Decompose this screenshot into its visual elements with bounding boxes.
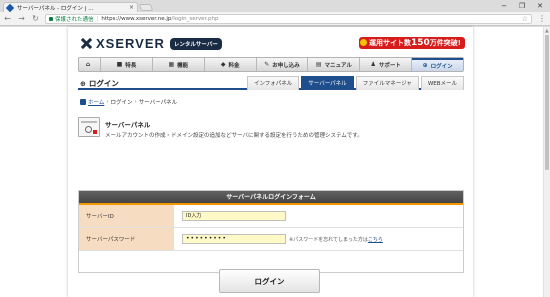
server-id-row: サーバーID ID入力 bbox=[79, 205, 463, 228]
book-icon: ▤ bbox=[315, 61, 322, 68]
tab-close-icon[interactable]: × bbox=[129, 4, 134, 11]
brand-name: XSERVER bbox=[96, 36, 165, 51]
forgot-password-note: ※パスワードを忘れてしまった方はこちら bbox=[289, 236, 383, 243]
home-icon bbox=[80, 99, 86, 105]
forward-icon[interactable]: → bbox=[16, 13, 27, 24]
server-panel-description: サーバーパネル メールアカウントの作成・ドメイン設定の追加などサーバに関する設定… bbox=[78, 117, 363, 139]
bookmark-star-icon[interactable]: ☆ bbox=[522, 15, 528, 24]
xserver-logo[interactable]: XSERVER レンタルサーバー bbox=[80, 36, 222, 51]
login-tabs: インフォパネル サーバーパネル ファイルマネージャ WEBメール bbox=[245, 76, 464, 90]
features-icon: ■ bbox=[116, 61, 123, 68]
new-tab-button[interactable] bbox=[138, 4, 154, 11]
server-id-input[interactable]: ID入力 bbox=[182, 211, 286, 221]
close-window-icon[interactable]: ✕ bbox=[531, 0, 549, 12]
nav-pricing[interactable]: ◆ 料金 bbox=[205, 58, 257, 71]
tab-server-panel[interactable]: サーバーパネル bbox=[301, 76, 354, 90]
breadcrumb-home[interactable]: ホーム bbox=[88, 98, 104, 106]
address-toolbar: ← → ↻ 保護された通信 | https://www.xserver.ne.j… bbox=[0, 12, 550, 26]
server-id-label: サーバーID bbox=[79, 205, 174, 227]
logo-x-icon bbox=[80, 37, 93, 50]
tab-info-panel[interactable]: インフォパネル bbox=[246, 76, 300, 90]
nav-support[interactable]: ♟ サポート bbox=[360, 58, 413, 71]
back-icon[interactable]: ← bbox=[2, 13, 13, 24]
breadcrumb: ホーム › ログイン › サーバーパネル bbox=[80, 98, 177, 106]
forgot-password-link[interactable]: こちら bbox=[368, 237, 383, 243]
nav-functions[interactable]: ▦ 機能 bbox=[153, 58, 205, 71]
description-title: サーバーパネル bbox=[105, 121, 151, 129]
crown-icon bbox=[360, 39, 367, 46]
server-panel-icon bbox=[78, 117, 100, 137]
pencil-icon: ✎ bbox=[264, 61, 270, 68]
breadcrumb-login[interactable]: ログイン bbox=[111, 98, 133, 106]
browser-title-bar: サーバーパネル - ログイン | ... × − ❐ ✕ bbox=[0, 0, 550, 12]
tab-webmail[interactable]: WEBメール bbox=[420, 76, 464, 90]
tab-file-manager[interactable]: ファイルマネージャ bbox=[355, 76, 419, 90]
tab-title: サーバーパネル - ログイン | ... bbox=[17, 5, 94, 12]
login-icon: ⊕ bbox=[422, 62, 428, 69]
favicon-icon bbox=[5, 3, 15, 12]
login-form: サーバーパネルログインフォーム サーバーID ID入力 サーバーパスワード ••… bbox=[78, 190, 464, 273]
page-container: XSERVER レンタルサーバー 運用サイト数150万件突破! ⌂ ■ 特長 ▦ 機… bbox=[68, 27, 473, 297]
browser-menu-icon[interactable]: ⋮ bbox=[537, 13, 547, 25]
home-icon: ⌂ bbox=[85, 61, 91, 68]
secure-label: 保護された通信 bbox=[55, 17, 94, 23]
password-row: サーバーパスワード ••••••••• ※パスワードを忘れてしまった方はこちら bbox=[79, 228, 463, 251]
url-host: https://www.xserver.ne.jp bbox=[101, 16, 172, 22]
section-header: ⊕ ログイン インフォパネル サーバーパネル ファイルマネージャ WEBメール bbox=[78, 76, 464, 90]
nav-features[interactable]: ■ 特長 bbox=[101, 58, 153, 71]
password-label: サーバーパスワード bbox=[79, 228, 174, 250]
global-nav: ⌂ ■ 特長 ▦ 機能 ◆ 料金 ✎ お申し込み ▤ マニュアル ♟ サポート ⊕ ログイン bbox=[78, 57, 464, 72]
nav-signup[interactable]: ✎ お申し込み bbox=[257, 58, 309, 71]
nav-home[interactable]: ⌂ bbox=[79, 58, 101, 71]
scroll-up-icon[interactable]: ▲ bbox=[545, 28, 549, 34]
promo-banner[interactable]: 運用サイト数150万件突破! bbox=[359, 37, 465, 49]
form-title: サーバーパネルログインフォーム bbox=[79, 191, 463, 205]
login-icon: ⊕ bbox=[80, 79, 86, 88]
scroll-thumb[interactable] bbox=[545, 35, 549, 170]
url-path: /login_server.php bbox=[171, 16, 219, 22]
address-bar[interactable]: 保護された通信 | https://www.xserver.ne.jp/logi… bbox=[45, 14, 532, 24]
page-viewport: XSERVER レンタルサーバー 運用サイト数150万件突破! ⌂ ■ 特長 ▦ 機… bbox=[0, 27, 543, 297]
browser-tab[interactable]: サーバーパネル - ログイン | ... × bbox=[3, 2, 138, 12]
vertical-scrollbar[interactable]: ▲ bbox=[543, 27, 550, 297]
rental-server-badge: レンタルサーバー bbox=[169, 37, 222, 50]
nav-login[interactable]: ⊕ ログイン bbox=[412, 58, 464, 71]
person-icon: ♟ bbox=[370, 61, 376, 68]
reload-icon[interactable]: ↻ bbox=[30, 13, 41, 24]
functions-icon: ▦ bbox=[168, 61, 175, 68]
lock-icon bbox=[49, 17, 53, 21]
login-button[interactable]: ログイン bbox=[219, 269, 320, 293]
nav-manual[interactable]: ▤ マニュアル bbox=[308, 58, 361, 71]
breadcrumb-current: サーバーパネル bbox=[138, 100, 178, 106]
password-input[interactable]: ••••••••• bbox=[182, 234, 286, 244]
maximize-icon[interactable]: ❐ bbox=[513, 0, 531, 12]
minimize-icon[interactable]: − bbox=[495, 0, 513, 12]
description-text: メールアカウントの作成・ドメイン設定の追加などサーバに関する設定を行うための管理… bbox=[105, 133, 363, 139]
tag-icon: ◆ bbox=[220, 61, 226, 68]
page-title: ⊕ ログイン bbox=[80, 79, 119, 88]
